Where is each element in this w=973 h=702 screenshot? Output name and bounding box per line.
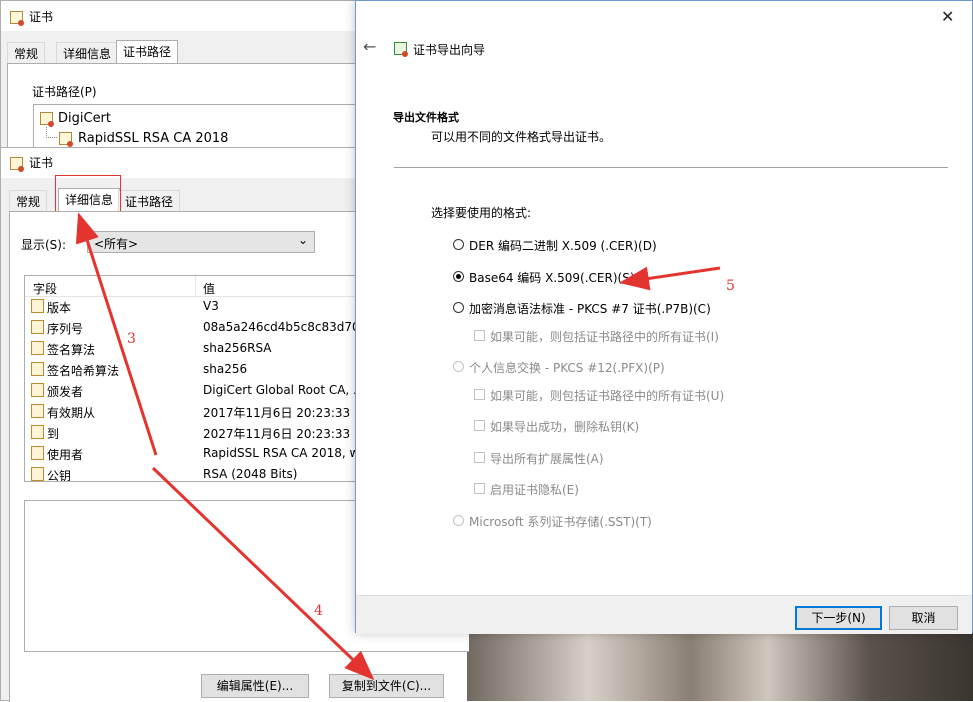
checkbox[interactable] (474, 420, 485, 431)
highlight-box (55, 175, 121, 216)
wizard-heading: 导出文件格式 (393, 111, 459, 124)
format-option-der[interactable]: DER 编码二进制 X.509 (.CER)(D) (453, 236, 753, 254)
show-dropdown[interactable]: <所有> ⌄ (87, 231, 315, 253)
checkbox[interactable] (474, 483, 485, 494)
field-icon (31, 341, 44, 355)
certificate-icon (40, 112, 54, 127)
next-button[interactable]: 下一步(N) (795, 606, 882, 630)
delete-private-key-option[interactable]: 如果导出成功，删除私钥(K) (474, 417, 794, 435)
tab-panel: 证书路径(P) DigiCert RapidSSL RSA CA 2018 (7, 63, 364, 156)
copy-to-file-button[interactable]: 复制到文件(C)... (329, 674, 444, 698)
close-icon[interactable]: ✕ (941, 7, 954, 26)
field-icon (31, 383, 44, 397)
title-bar (1, 1, 357, 31)
column-header-value[interactable]: 值 (203, 280, 215, 297)
tree-item-intermediate[interactable]: RapidSSL RSA CA 2018 (78, 131, 228, 146)
show-dropdown-value: <所有> (94, 237, 139, 251)
pkcs12-include-all-option[interactable]: 如果可能，则包括证书路径中的所有证书(U) (474, 386, 794, 404)
radio-button[interactable] (453, 515, 464, 526)
field-icon (31, 467, 44, 481)
divider (394, 167, 948, 168)
annotation-label-3: 3 (127, 331, 136, 347)
format-option-pkcs12[interactable]: 个人信息交换 - PKCS #12(.PFX)(P) (453, 358, 773, 376)
tab-cert-path[interactable]: 证书路径 (116, 40, 179, 64)
wizard-certificate-icon (394, 42, 408, 57)
cancel-button[interactable]: 取消 (889, 606, 958, 630)
checkbox[interactable] (474, 389, 485, 400)
format-option-sst[interactable]: Microsoft 系列证书存储(.SST)(T) (453, 512, 773, 530)
column-divider (195, 276, 196, 296)
export-wizard: ✕ ← 证书导出向导 导出文件格式 可以用不同的文件格式导出证书。 选择要使用的… (355, 0, 973, 634)
field-icon (31, 362, 44, 376)
tab-general[interactable]: 常规 (7, 42, 46, 64)
wizard-subheading: 可以用不同的文件格式导出证书。 (431, 130, 612, 144)
tab-general[interactable]: 常规 (9, 190, 48, 212)
enable-cert-privacy-option[interactable]: 启用证书隐私(E) (474, 480, 794, 498)
field-icon (31, 425, 44, 439)
select-format-label: 选择要使用的格式: (431, 206, 532, 220)
annotation-label-5: 5 (726, 278, 735, 294)
cert-path-label: 证书路径(P) (30, 83, 99, 100)
edit-properties-button[interactable]: 编辑属性(E)... (201, 674, 309, 698)
radio-button-selected[interactable] (453, 271, 464, 282)
checkbox[interactable] (474, 452, 485, 463)
format-option-pkcs7[interactable]: 加密消息语法标准 - PKCS #7 证书(.P7B)(C) (453, 299, 773, 317)
export-extended-properties-option[interactable]: 导出所有扩展属性(A) (474, 449, 794, 467)
background-photo (460, 630, 973, 701)
tab-details[interactable]: 详细信息 (56, 42, 119, 64)
field-icon (31, 320, 44, 334)
show-label: 显示(S): (21, 238, 67, 252)
back-arrow-icon[interactable]: ← (363, 37, 376, 56)
tree-item-root[interactable]: DigiCert (58, 111, 111, 126)
window-title: 证书 (29, 10, 54, 24)
field-icon (31, 446, 44, 460)
radio-button[interactable] (453, 302, 464, 313)
field-icon (31, 404, 44, 418)
checkbox[interactable] (474, 330, 485, 341)
wizard-footer: 下一步(N) 取消 (356, 595, 972, 634)
chevron-down-icon: ⌄ (297, 233, 308, 247)
radio-button[interactable] (453, 361, 464, 372)
annotation-label-4: 4 (314, 603, 323, 619)
tab-cert-path[interactable]: 证书路径 (118, 190, 181, 212)
window-title: 证书 (29, 156, 54, 170)
wizard-title: 证书导出向导 (413, 43, 486, 57)
radio-button[interactable] (453, 239, 464, 250)
column-header-field[interactable]: 字段 (33, 280, 57, 297)
field-icon (31, 299, 44, 313)
cert-window-back: 证书 常规 详细信息 证书路径 证书路径(P) DigiCert RapidSS… (0, 0, 364, 156)
certificate-icon (59, 132, 73, 147)
tree-connector (46, 127, 57, 138)
pkcs7-include-all-option[interactable]: 如果可能，则包括证书路径中的所有证书(I) (474, 327, 794, 345)
certificate-icon (10, 157, 24, 172)
certificate-icon (10, 11, 24, 26)
format-option-base64[interactable]: Base64 编码 X.509(.CER)(S) (453, 268, 753, 286)
